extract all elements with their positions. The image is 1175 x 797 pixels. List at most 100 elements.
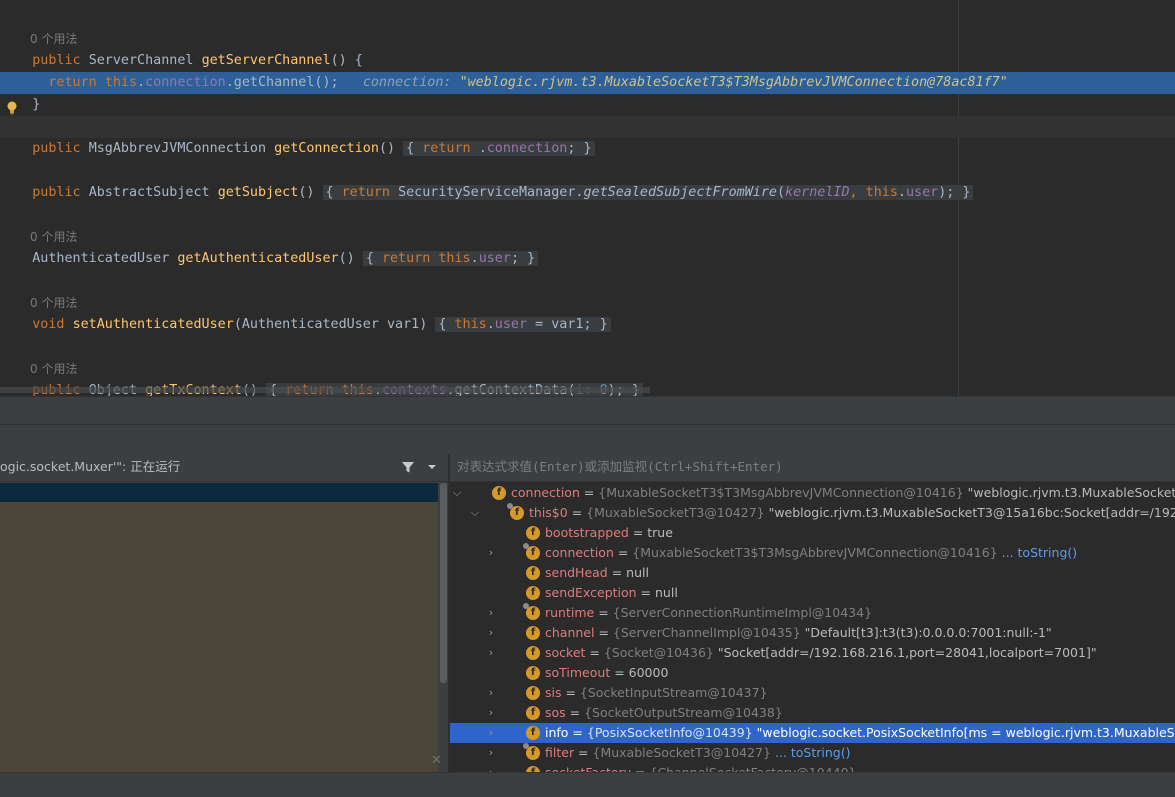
variable-value: "Socket[addr=/192.168.216.1,port=28041,l… bbox=[713, 645, 1097, 660]
execution-point-line[interactable]: return this.connection.getChannel(); con… bbox=[0, 72, 1175, 94]
variable-type: {ServerConnectionRuntimeImpl@10434} bbox=[612, 605, 873, 620]
variable-value: "weblogic.rjvm.t3.MuxableSocketT3$T3Ms bbox=[967, 485, 1175, 500]
field-icon: f bbox=[523, 603, 540, 620]
chevron-right-icon[interactable]: › bbox=[486, 623, 496, 643]
variable-type: {MuxableSocketT3$T3MsgAbbrevJVMConnectio… bbox=[598, 485, 964, 500]
chevron-right-icon[interactable]: › bbox=[486, 543, 496, 563]
frames-scrollbar[interactable] bbox=[440, 483, 447, 683]
field-icon: f bbox=[507, 503, 524, 520]
chevron-right-icon[interactable]: › bbox=[486, 603, 496, 623]
selected-frame-row[interactable] bbox=[0, 483, 438, 502]
variable-name: sendHead bbox=[545, 565, 608, 580]
variables-panel: 对表达式求值(Enter)或添加监视(Ctrl+Shift+Enter) ⌵ f c… bbox=[449, 453, 1175, 780]
variable-text: filter = {MuxableSocketT3@10427} ... toS… bbox=[545, 745, 851, 760]
evaluate-expression-bar[interactable]: 对表达式求值(Enter)或添加监视(Ctrl+Shift+Enter) bbox=[450, 453, 1175, 482]
variable-type: {ServerChannelImpl@10435} bbox=[612, 625, 801, 640]
variable-type: {SocketInputStream@10437} bbox=[579, 685, 768, 700]
variable-type: {MuxableSocketT3@10427} bbox=[592, 745, 771, 760]
variable-type: {MuxableSocketT3@10427} bbox=[586, 505, 765, 520]
filter-icon[interactable] bbox=[401, 460, 415, 474]
field-icon: f bbox=[526, 686, 540, 700]
usage-hint[interactable]: 0 个用法 bbox=[30, 30, 77, 48]
field-icon: f bbox=[526, 526, 540, 540]
variable-name: sis bbox=[545, 685, 562, 700]
variable-row[interactable]: › f sos = {SocketOutputStream@10438} bbox=[450, 703, 1175, 723]
tostring-link[interactable]: ... toString() bbox=[998, 545, 1078, 560]
variable-row[interactable]: › f connection = {MuxableSocketT3$T3MsgAbb… bbox=[450, 543, 1175, 563]
horizontal-scrollbar[interactable] bbox=[0, 387, 650, 393]
usage-hint[interactable]: 0 个用法 bbox=[30, 294, 77, 312]
code-line-setAuthenticatedUser[interactable]: void setAuthenticatedUser(AuthenticatedU… bbox=[0, 314, 611, 336]
caret-line-highlight bbox=[0, 116, 1175, 138]
variable-type: {Socket@10436} bbox=[603, 645, 714, 660]
chevron-right-icon[interactable]: › bbox=[486, 723, 496, 743]
variable-row[interactable]: f bootstrapped = true bbox=[450, 523, 1175, 543]
variable-row[interactable]: › f sis = {SocketInputStream@10437} bbox=[450, 683, 1175, 703]
variable-value: null bbox=[626, 565, 649, 580]
code-line-close-brace[interactable]: } bbox=[0, 94, 40, 116]
code-editor[interactable]: 0 个用法 public ServerChannel getServerChan… bbox=[0, 0, 1175, 396]
usage-hint[interactable]: 0 个用法 bbox=[30, 228, 77, 246]
variable-text: connection = {MuxableSocketT3$T3MsgAbbre… bbox=[511, 483, 1175, 503]
variable-name: sendException bbox=[545, 585, 637, 600]
chevron-right-icon[interactable]: › bbox=[486, 683, 496, 703]
variable-value: "Default[t3]:t3(t3):0.0.0.0:7001:null:-1… bbox=[800, 625, 1052, 640]
field-icon: f bbox=[523, 543, 540, 560]
field-icon: f bbox=[526, 566, 540, 580]
chevron-down-icon[interactable]: ⌵ bbox=[452, 483, 462, 503]
chevron-right-icon[interactable]: › bbox=[486, 743, 496, 763]
variable-name: filter bbox=[545, 745, 575, 760]
debug-toolbar bbox=[0, 396, 1175, 425]
variable-row[interactable]: f sendException = null bbox=[450, 583, 1175, 603]
variable-text: socket = {Socket@10436} "Socket[addr=/19… bbox=[545, 645, 1097, 660]
variable-value: null bbox=[655, 585, 678, 600]
code-line-getServerChannel[interactable]: public ServerChannel getServerChannel() … bbox=[0, 50, 363, 72]
variable-text: sendHead = null bbox=[545, 565, 649, 580]
code-line-getConnection[interactable]: public MsgAbbrevJVMConnection getConnect… bbox=[0, 138, 595, 160]
variable-value: "weblogic.rjvm.t3.MuxableSocketT3@15a16b… bbox=[768, 505, 1175, 520]
chevron-down-icon[interactable] bbox=[427, 463, 437, 471]
variable-text: soTimeout = 60000 bbox=[545, 665, 669, 680]
variable-row[interactable]: › f info = {PosixSocketInfo@10439} "weblog… bbox=[450, 723, 1175, 743]
variable-type: {SocketOutputStream@10438} bbox=[584, 705, 783, 720]
evaluate-expression-input[interactable]: 对表达式求值(Enter)或添加监视(Ctrl+Shift+Enter) bbox=[457, 453, 783, 481]
frames-list[interactable] bbox=[0, 502, 438, 772]
variable-row[interactable]: f soTimeout = 60000 bbox=[450, 663, 1175, 683]
field-icon: f bbox=[526, 706, 540, 720]
variable-text: this$0 = {MuxableSocketT3@10427} "weblog… bbox=[529, 503, 1175, 523]
close-icon[interactable]: ✕ bbox=[431, 753, 442, 768]
variable-row[interactable]: › f channel = {ServerChannelImpl@10435} "D… bbox=[450, 623, 1175, 643]
variable-name: soTimeout bbox=[545, 665, 611, 680]
variable-row[interactable]: › f filter = {MuxableSocketT3@10427} ... t… bbox=[450, 743, 1175, 763]
frames-panel: ogic.socket.Muxer'": 正在运行 ✕ bbox=[0, 453, 448, 772]
code-line-getAuthenticatedUser[interactable]: AuthenticatedUser getAuthenticatedUser()… bbox=[0, 248, 539, 270]
field-icon: f bbox=[492, 486, 506, 500]
variable-text: connection = {MuxableSocketT3$T3MsgAbbre… bbox=[545, 545, 1078, 560]
thread-selector[interactable]: ogic.socket.Muxer'": 正在运行 bbox=[0, 453, 448, 482]
variable-text: info = {PosixSocketInfo@10439} "weblogic… bbox=[545, 723, 1175, 743]
variable-name: sos bbox=[545, 705, 566, 720]
usage-hint[interactable]: 0 个用法 bbox=[30, 360, 77, 378]
debug-tabs-bar bbox=[0, 424, 1175, 454]
tostring-link[interactable]: ... toString() bbox=[771, 745, 851, 760]
variable-value: true bbox=[647, 525, 673, 540]
variable-text: sis = {SocketInputStream@10437} bbox=[545, 685, 768, 700]
variable-value: 60000 bbox=[628, 665, 669, 680]
code-line-partial[interactable] bbox=[0, 0, 32, 11]
variable-name: socket bbox=[545, 645, 586, 660]
variable-type: {PosixSocketInfo@10439} bbox=[586, 725, 753, 740]
variable-row[interactable]: f sendHead = null bbox=[450, 563, 1175, 583]
variable-row[interactable]: › f socket = {Socket@10436} "Socket[addr=/… bbox=[450, 643, 1175, 663]
field-icon: f bbox=[523, 743, 540, 760]
variable-row[interactable]: ⌵ f connection = {MuxableSocketT3$T3MsgAbb… bbox=[450, 483, 1175, 503]
chevron-down-icon[interactable]: ⌵ bbox=[470, 503, 480, 523]
variable-row[interactable]: › f runtime = {ServerConnectionRuntimeImpl… bbox=[450, 603, 1175, 623]
field-icon: f bbox=[526, 666, 540, 680]
variable-text: channel = {ServerChannelImpl@10435} "Def… bbox=[545, 625, 1052, 640]
variable-row[interactable]: ⌵ f this$0 = {MuxableSocketT3@10427} "webl… bbox=[450, 503, 1175, 523]
status-bar bbox=[0, 772, 1175, 797]
chevron-right-icon[interactable]: › bbox=[486, 703, 496, 723]
thread-label[interactable]: ogic.socket.Muxer'": 正在运行 bbox=[0, 453, 180, 481]
chevron-right-icon[interactable]: › bbox=[486, 643, 496, 663]
code-line-getSubject[interactable]: public AbstractSubject getSubject() { re… bbox=[0, 182, 974, 204]
